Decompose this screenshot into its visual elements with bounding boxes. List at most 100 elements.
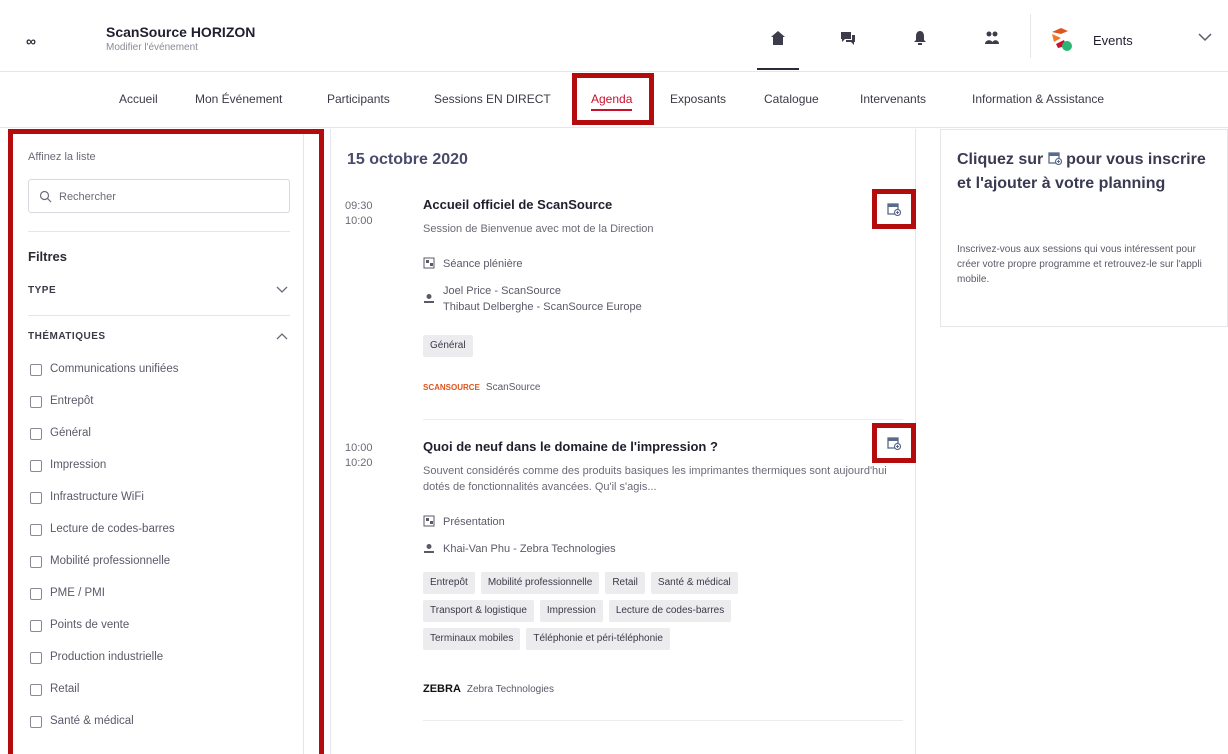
theme-label: Points de vente (50, 619, 130, 631)
home-icon[interactable] (766, 26, 790, 50)
filter-panel: Affinez la liste Filtres TYPE THÉMATIQUE… (12, 133, 304, 754)
session-start-time: 10:00 (345, 442, 373, 454)
session-card[interactable]: 10:00 10:20 Quoi de neuf dans le domaine… (331, 423, 917, 729)
search-icon (39, 190, 52, 203)
company-name: Zebra Technologies (466, 684, 554, 695)
header-divider (1030, 14, 1031, 58)
theme-checkbox[interactable]: PME / PMI (28, 585, 288, 605)
speaker-name[interactable]: Joel Price - ScanSource (443, 283, 642, 299)
add-to-planning-button[interactable] (872, 423, 916, 463)
session-time: 10:00 10:20 (345, 441, 373, 471)
filter-themes-label: THÉMATIQUES (28, 331, 106, 342)
speaker-names: Joel Price - ScanSource Thibaut Delbergh… (443, 283, 642, 315)
info-card-title: Cliquez sur pour vous inscrire et l'ajou… (957, 148, 1219, 196)
theme-checkbox[interactable]: Impression (28, 457, 288, 477)
theme-checkbox[interactable]: Retail (28, 681, 288, 701)
nav-agenda[interactable]: Agenda (591, 92, 633, 111)
session-description: Souvent considérés comme des produits ba… (423, 465, 887, 493)
checkbox[interactable] (30, 556, 42, 568)
home-active-indicator (757, 68, 799, 70)
session-divider (423, 419, 903, 420)
session-type: Séance plénière (423, 257, 523, 270)
session-type-label: Présentation (443, 516, 505, 528)
theme-label: Production industrielle (50, 651, 164, 663)
search-box[interactable] (28, 179, 290, 213)
chevron-down-icon[interactable] (1198, 32, 1212, 42)
checkbox[interactable] (30, 492, 42, 504)
checkbox[interactable] (30, 364, 42, 376)
bell-icon[interactable] (908, 26, 932, 50)
theme-checkbox[interactable]: Santé & médical (28, 713, 288, 733)
nav-accueil[interactable]: Accueil (119, 92, 158, 106)
filter-type-toggle[interactable]: TYPE (28, 283, 292, 301)
theme-label: Impression (50, 459, 107, 471)
session-time: 09:30 10:00 (345, 199, 373, 229)
planning-info-card: Cliquez sur pour vous inscrire et l'ajou… (940, 129, 1228, 327)
session-divider (423, 720, 903, 721)
filter-themes-toggle[interactable]: THÉMATIQUES (28, 329, 292, 347)
session-end-time: 10:00 (345, 215, 373, 227)
session-end-time: 10:20 (345, 457, 373, 469)
speaker-name[interactable]: Thibaut Delberghe - ScanSource Europe (443, 299, 642, 315)
search-input[interactable] (59, 188, 279, 206)
nav-exposants[interactable]: Exposants (670, 92, 726, 106)
theme-checkbox[interactable]: Mobilité professionnelle (28, 553, 288, 573)
nav-sessions-en-direct[interactable]: Sessions EN DIRECT (434, 92, 551, 106)
theme-checkbox[interactable]: Général (28, 425, 288, 445)
session-type-icon (423, 257, 435, 269)
speaker-icon (424, 544, 434, 553)
events-menu-label[interactable]: Events (1093, 33, 1133, 48)
session-tags: Général (423, 335, 813, 363)
session-title[interactable]: Quoi de neuf dans le domaine de l'impres… (423, 439, 718, 454)
agenda-list: 15 octobre 2020 09:30 10:00 Accueil offi… (330, 129, 916, 754)
theme-checkbox[interactable]: Production industrielle (28, 649, 288, 669)
session-start-time: 09:30 (345, 200, 373, 212)
session-company[interactable]: ZEBRA Zebra Technologies (423, 683, 554, 695)
nav-mon-evenement[interactable]: Mon Événement (195, 92, 282, 106)
nav-participants[interactable]: Participants (327, 92, 390, 106)
theme-label: Lecture de codes-barres (50, 523, 175, 535)
session-title[interactable]: Accueil officiel de ScanSource (423, 197, 612, 212)
calendar-add-icon (887, 437, 901, 450)
chevron-up-icon (276, 333, 288, 340)
chat-icon[interactable] (836, 26, 860, 50)
session-tag: Terminaux mobiles (423, 628, 521, 650)
nav-information-assistance[interactable]: Information & Assistance (972, 92, 1104, 106)
nav-intervenants[interactable]: Intervenants (860, 92, 926, 106)
theme-checkbox[interactable]: Infrastructure WiFi (28, 489, 288, 509)
checkbox[interactable] (30, 460, 42, 472)
brand-logo[interactable]: ∞ (26, 33, 36, 49)
checkbox[interactable] (30, 620, 42, 632)
theme-checkbox[interactable]: Points de vente (28, 617, 288, 637)
checkbox[interactable] (30, 428, 42, 440)
nav-catalogue[interactable]: Catalogue (764, 92, 819, 106)
divider (28, 231, 290, 232)
session-tag: Retail (605, 572, 645, 594)
theme-label: Santé & médical (50, 715, 134, 727)
theme-label: Communications unifiées (50, 363, 179, 375)
theme-checkbox[interactable]: Entrepôt (28, 393, 288, 413)
edit-event-link[interactable]: Modifier l'événement (106, 42, 198, 53)
people-icon[interactable] (980, 26, 1004, 50)
session-tag: Santé & médical (650, 572, 738, 594)
speaker-name[interactable]: Khai-Van Phu - Zebra Technologies (443, 541, 616, 557)
events-logo-icon[interactable] (1048, 26, 1074, 52)
checkbox[interactable] (30, 652, 42, 664)
info-card-text: Inscrivez-vous aux sessions qui vous int… (957, 244, 1202, 285)
app-title: ScanSource HORIZON (106, 24, 256, 40)
theme-checkbox[interactable]: Lecture de codes-barres (28, 521, 288, 541)
checkbox[interactable] (30, 396, 42, 408)
add-to-planning-button[interactable] (872, 189, 916, 229)
scansource-logo: SCANSOURCE (423, 383, 480, 392)
session-card[interactable]: 09:30 10:00 Accueil officiel de ScanSour… (331, 189, 917, 407)
session-company[interactable]: SCANSOURCE ScanSource (423, 382, 540, 393)
checkbox[interactable] (30, 716, 42, 728)
session-tag: Général (423, 335, 473, 357)
session-tags: Entrepôt Mobilité professionnelle Retail Sa… (423, 572, 813, 656)
checkbox[interactable] (30, 524, 42, 536)
info-title-start: Cliquez sur (957, 151, 1044, 168)
checkbox[interactable] (30, 684, 42, 696)
theme-checkbox[interactable]: Communications unifiées (28, 361, 288, 381)
checkbox[interactable] (30, 588, 42, 600)
speaker-icon (424, 294, 434, 303)
